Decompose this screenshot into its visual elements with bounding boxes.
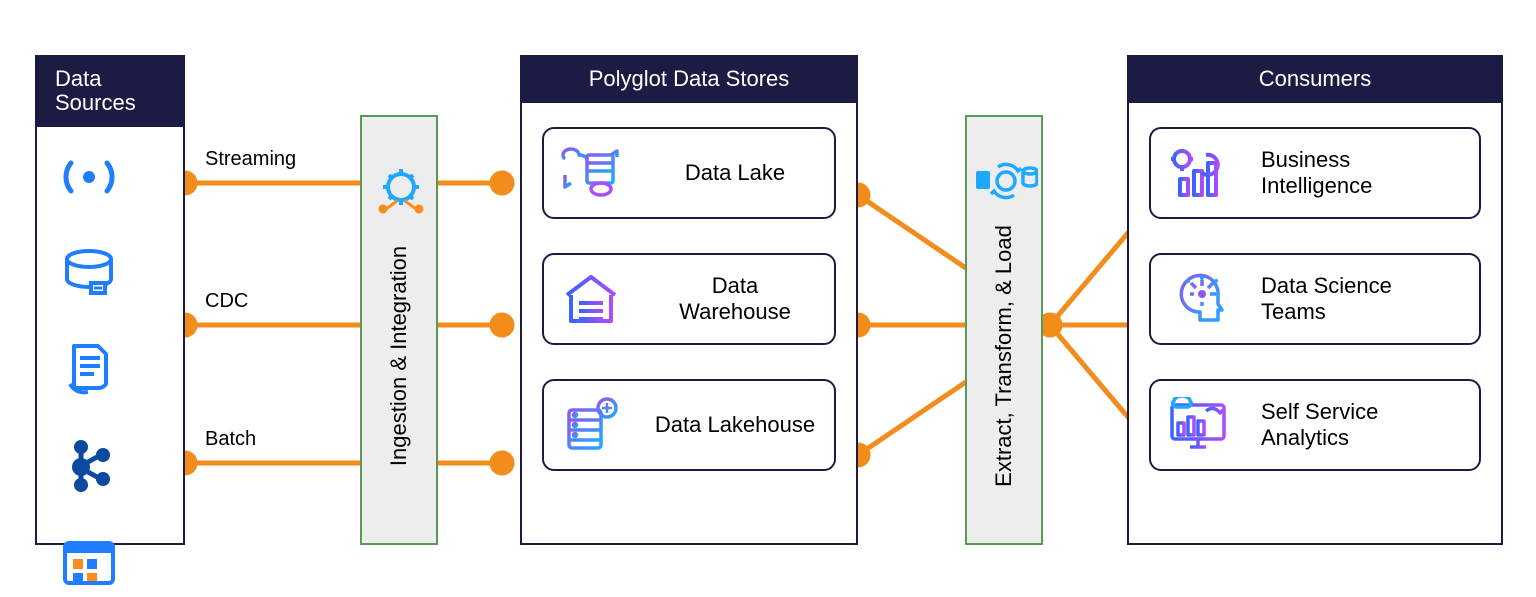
- pillar-ingestion: Ingestion & Integration: [360, 115, 438, 545]
- store-label: Data Warehouse: [654, 273, 816, 325]
- panel-data-sources: Data Sources: [35, 55, 185, 545]
- signal-icon: [59, 147, 119, 207]
- data-lake-icon: [556, 143, 626, 203]
- panel-consumers: Consumers: [1127, 55, 1503, 545]
- kafka-icon: [59, 435, 119, 495]
- pillar-etl-label: Extract, Transform, & Load: [991, 225, 1017, 487]
- architecture-diagram: Streaming CDC Batch Data Sources: [0, 0, 1536, 597]
- dashboard-screen-icon: [1163, 395, 1233, 455]
- consumer-label: Business Intelligence: [1261, 147, 1461, 199]
- panel-title-sources: Data Sources: [37, 57, 183, 127]
- etl-process-icon: [974, 157, 1038, 207]
- pillar-ingestion-label: Ingestion & Integration: [386, 245, 412, 465]
- gear-integration-icon: [373, 163, 429, 219]
- data-lakehouse-icon: [556, 395, 626, 455]
- store-data-warehouse: Data Warehouse: [542, 253, 836, 345]
- panel-title-stores: Polyglot Data Stores: [522, 57, 856, 103]
- store-data-lake: Data Lake: [542, 127, 836, 219]
- store-label: Data Lakehouse: [654, 412, 816, 438]
- consumer-list: Business Intelligence: [1129, 103, 1501, 491]
- panel-title-consumers: Consumers: [1129, 57, 1501, 103]
- consumer-label: Self Service Analytics: [1261, 399, 1461, 451]
- consumer-data-science: Data Science Teams: [1149, 253, 1481, 345]
- log-file-icon: [59, 339, 119, 399]
- flow-label-streaming: Streaming: [205, 148, 296, 171]
- store-data-lakehouse: Data Lakehouse: [542, 379, 836, 471]
- flow-label-batch: Batch: [205, 428, 256, 451]
- flow-label-cdc: CDC: [205, 290, 248, 313]
- ai-head-icon: [1163, 269, 1233, 329]
- data-warehouse-icon: [556, 269, 626, 329]
- source-icon-list: [37, 127, 183, 591]
- calendar-apps-icon: [59, 531, 119, 591]
- store-list: Data Lake Data Warehouse: [522, 103, 856, 491]
- consumer-self-service: Self Service Analytics: [1149, 379, 1481, 471]
- consumer-bi: Business Intelligence: [1149, 127, 1481, 219]
- bi-chart-icon: [1163, 143, 1233, 203]
- panel-data-stores: Polyglot Data Stores Dat: [520, 55, 858, 545]
- store-label: Data Lake: [654, 160, 816, 186]
- consumer-label: Data Science Teams: [1261, 273, 1461, 325]
- database-icon: [59, 243, 119, 303]
- pillar-etl: Extract, Transform, & Load: [965, 115, 1043, 545]
